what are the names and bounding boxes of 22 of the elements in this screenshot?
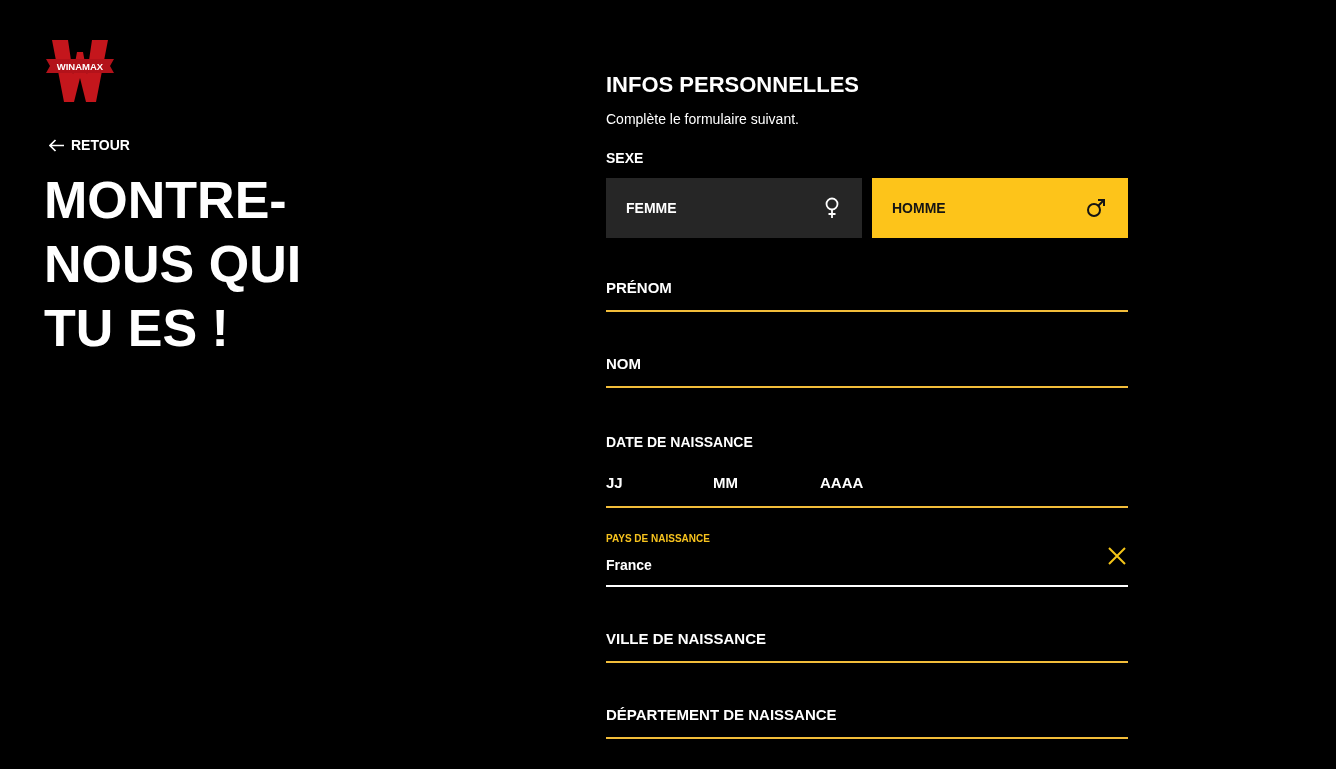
country-field[interactable]: France xyxy=(606,545,1128,587)
input-field[interactable]: PRÉNOM xyxy=(606,264,1128,312)
close-icon xyxy=(1107,546,1127,566)
male-sign-icon xyxy=(1086,198,1106,218)
input-field[interactable]: DÉPARTEMENT DE NAISSANCE xyxy=(606,691,1128,739)
page-heading: MONTRE-NOUS QUI TU ES ! xyxy=(44,169,303,359)
arrow-left-icon xyxy=(49,138,64,152)
date-part-field[interactable]: JJ xyxy=(606,464,713,500)
gender-option-button[interactable]: HOMME xyxy=(872,178,1128,238)
date-part-field[interactable]: AAAA xyxy=(820,464,927,500)
field-label: SEXE xyxy=(606,150,645,166)
gender-option-button[interactable]: FEMME xyxy=(606,178,862,238)
section-title: INFOS PERSONNELLES xyxy=(606,71,861,99)
field-label: PAYS DE NAISSANCE xyxy=(606,533,711,545)
input-field[interactable]: VILLE DE NAISSANCE xyxy=(606,615,1128,663)
input-field[interactable]: NOM xyxy=(606,340,1128,388)
field-label: DATE DE NAISSANCE xyxy=(606,434,754,450)
section-subtitle: Complète le formulaire suivant. xyxy=(606,111,800,127)
back-link[interactable]: RETOUR xyxy=(49,137,130,153)
date-part-field[interactable]: MM xyxy=(713,464,820,500)
clear-button[interactable] xyxy=(1106,545,1128,567)
female-sign-icon xyxy=(824,197,840,219)
